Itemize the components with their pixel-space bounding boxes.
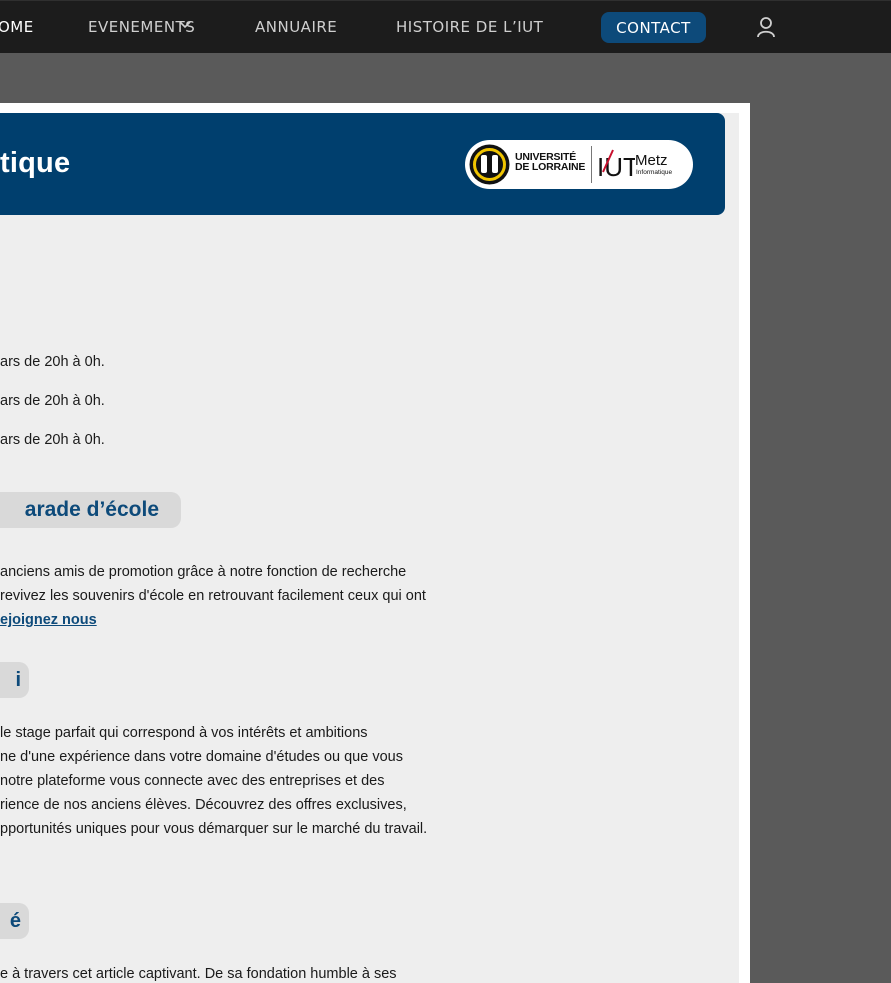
metz-label: Metz (635, 152, 668, 169)
logo-divider (591, 146, 592, 183)
page-content-area: tique UNIVERSITÉ DE LORRAINE IUT Metz In… (0, 113, 739, 983)
stage-text-line: rience de nos anciens élèves. Découvrez … (0, 797, 407, 813)
user-icon[interactable] (756, 16, 776, 40)
informatique-label: Informatique (636, 169, 673, 176)
event-line: ars de 20h à 0h. (0, 432, 105, 448)
nav-histoire-link[interactable]: HISTOIRE DE L’IUT (396, 18, 543, 36)
camarade-text-line: anciens amis de promotion grâce à notre … (0, 564, 407, 580)
university-logo[interactable]: UNIVERSITÉ DE LORRAINE IUT Metz Informat… (465, 140, 693, 189)
camarade-text-line: revivez les souvenirs d'école en retrouv… (0, 588, 426, 604)
top-navbar: OME EVENEMENTS ANNUAIRE HISTOIRE DE L’IU… (0, 0, 891, 53)
stage-text-line: notre plateforme vous connecte avec des … (0, 773, 385, 789)
iut-logo-icon: IUT (597, 149, 635, 182)
universite-lorraine-text: UNIVERSITÉ DE LORRAINE (515, 151, 586, 173)
rejoignez-nous-link[interactable]: ejoignez nous (0, 612, 97, 628)
universite-lorraine-logo-icon (469, 144, 510, 185)
header-banner: tique UNIVERSITÉ DE LORRAINE IUT Metz In… (0, 113, 725, 215)
section-heading-camarade: arade d’école (0, 492, 181, 528)
stage-text-line: pportunités uniques pour vous démarquer … (0, 821, 428, 837)
page-card: tique UNIVERSITÉ DE LORRAINE IUT Metz In… (0, 103, 750, 983)
alumni-text-line: e à travers cet article captivant. De sa… (0, 966, 397, 982)
page-title: tique (0, 147, 71, 179)
nav-annuaire-link[interactable]: ANNUAIRE (255, 18, 337, 36)
chevron-down-icon[interactable] (178, 20, 192, 30)
stage-text-line: le stage parfait qui correspond à vos in… (0, 725, 368, 741)
event-line: ars de 20h à 0h. (0, 393, 105, 409)
contact-button[interactable]: CONTACT (601, 12, 706, 43)
camarade-link-line: ejoignez nous (0, 612, 97, 628)
section-heading-alumni: é (0, 903, 29, 939)
stage-text-line: ne d'une expérience dans votre domaine d… (0, 749, 403, 765)
event-line: ars de 20h à 0h. (0, 354, 105, 370)
section-heading-stage: i (0, 662, 29, 698)
svg-text:IUT: IUT (597, 152, 635, 182)
nav-home-link[interactable]: OME (0, 18, 34, 36)
